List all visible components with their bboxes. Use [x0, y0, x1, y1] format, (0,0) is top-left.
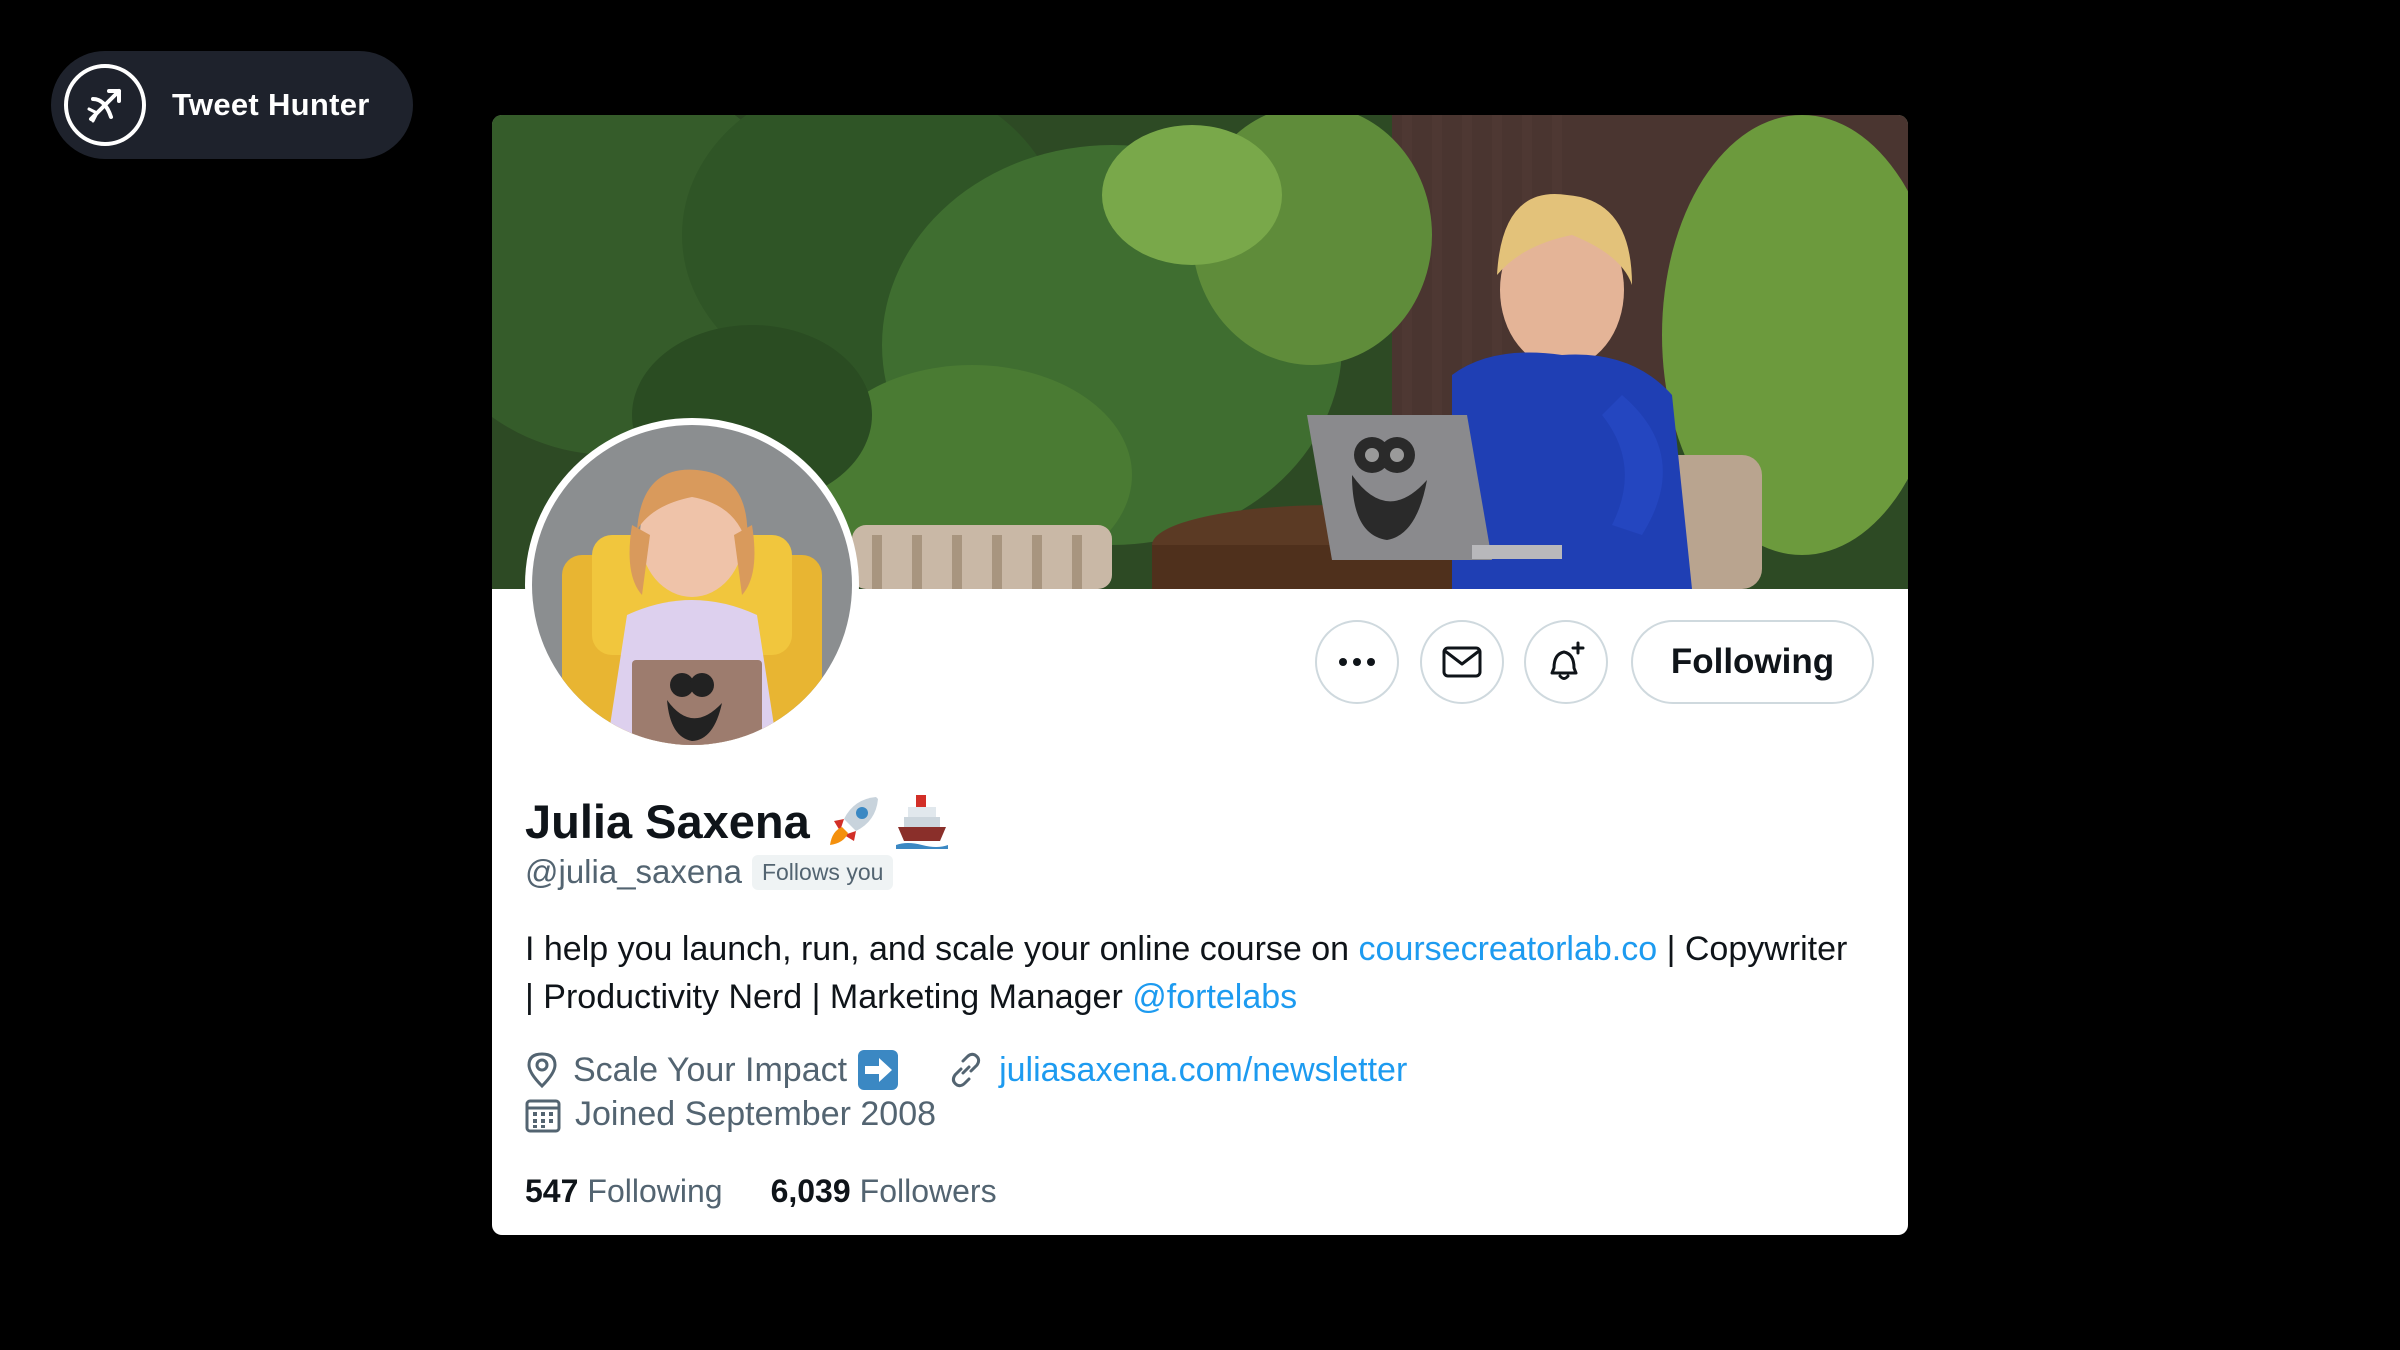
tweet-hunter-logo-icon [64, 64, 146, 146]
followers-count: 6,039 [770, 1173, 851, 1209]
following-button[interactable]: Following [1631, 620, 1874, 704]
right-arrow-emoji-icon [857, 1049, 913, 1091]
link-icon [951, 1052, 981, 1088]
ship-emoji-icon [892, 791, 952, 851]
bio-mention-fortelabs[interactable]: @fortelabs [1132, 978, 1297, 1016]
followers-stat[interactable]: 6,039 Followers [771, 1173, 997, 1210]
rocket-emoji-icon [824, 791, 884, 851]
handle-row: @julia_saxena Follows you [525, 853, 894, 891]
calendar-icon [525, 1099, 561, 1132]
following-label: Following [587, 1173, 723, 1209]
follow-stats: 547 Following 6,039 Followers [525, 1173, 1045, 1210]
follows-you-badge: Follows you [751, 854, 894, 890]
following-count: 547 [525, 1173, 579, 1209]
location-text: Scale Your Impact [573, 1050, 848, 1089]
location-website-row: Scale Your Impact juliasaxena.com/newsle… [525, 1049, 1407, 1091]
handle: @julia_saxena [525, 853, 742, 890]
message-button[interactable] [1420, 620, 1504, 704]
avatar-ring [525, 418, 859, 752]
joined-row: Joined September 2008 [525, 1095, 936, 1134]
location-pin-icon [527, 1052, 557, 1089]
profile-card: Following Julia Saxena @julia_saxena Fol… [492, 115, 1908, 1235]
bio: I help you launch, run, and scale your o… [525, 925, 1865, 1021]
following-stat[interactable]: 547 Following [525, 1173, 723, 1210]
tweet-hunter-badge[interactable]: Tweet Hunter [51, 51, 413, 159]
notifications-button[interactable] [1524, 620, 1608, 704]
avatar[interactable] [532, 425, 852, 745]
mail-icon [1442, 646, 1482, 678]
more-icon [1339, 658, 1375, 666]
more-button[interactable] [1315, 620, 1399, 704]
website-link[interactable]: juliasaxena.com/newsletter [999, 1051, 1407, 1090]
display-name-text: Julia Saxena [525, 794, 810, 848]
joined-text: Joined September 2008 [575, 1095, 937, 1133]
bio-link-coursecreatorlab[interactable]: coursecreatorlab.co [1359, 930, 1658, 968]
bell-plus-icon [1550, 641, 1585, 680]
display-name: Julia Saxena [525, 791, 952, 851]
brand-name: Tweet Hunter [172, 87, 370, 122]
bio-text-1: I help you launch, run, and scale your o… [525, 930, 1359, 968]
followers-label: Followers [859, 1173, 997, 1209]
